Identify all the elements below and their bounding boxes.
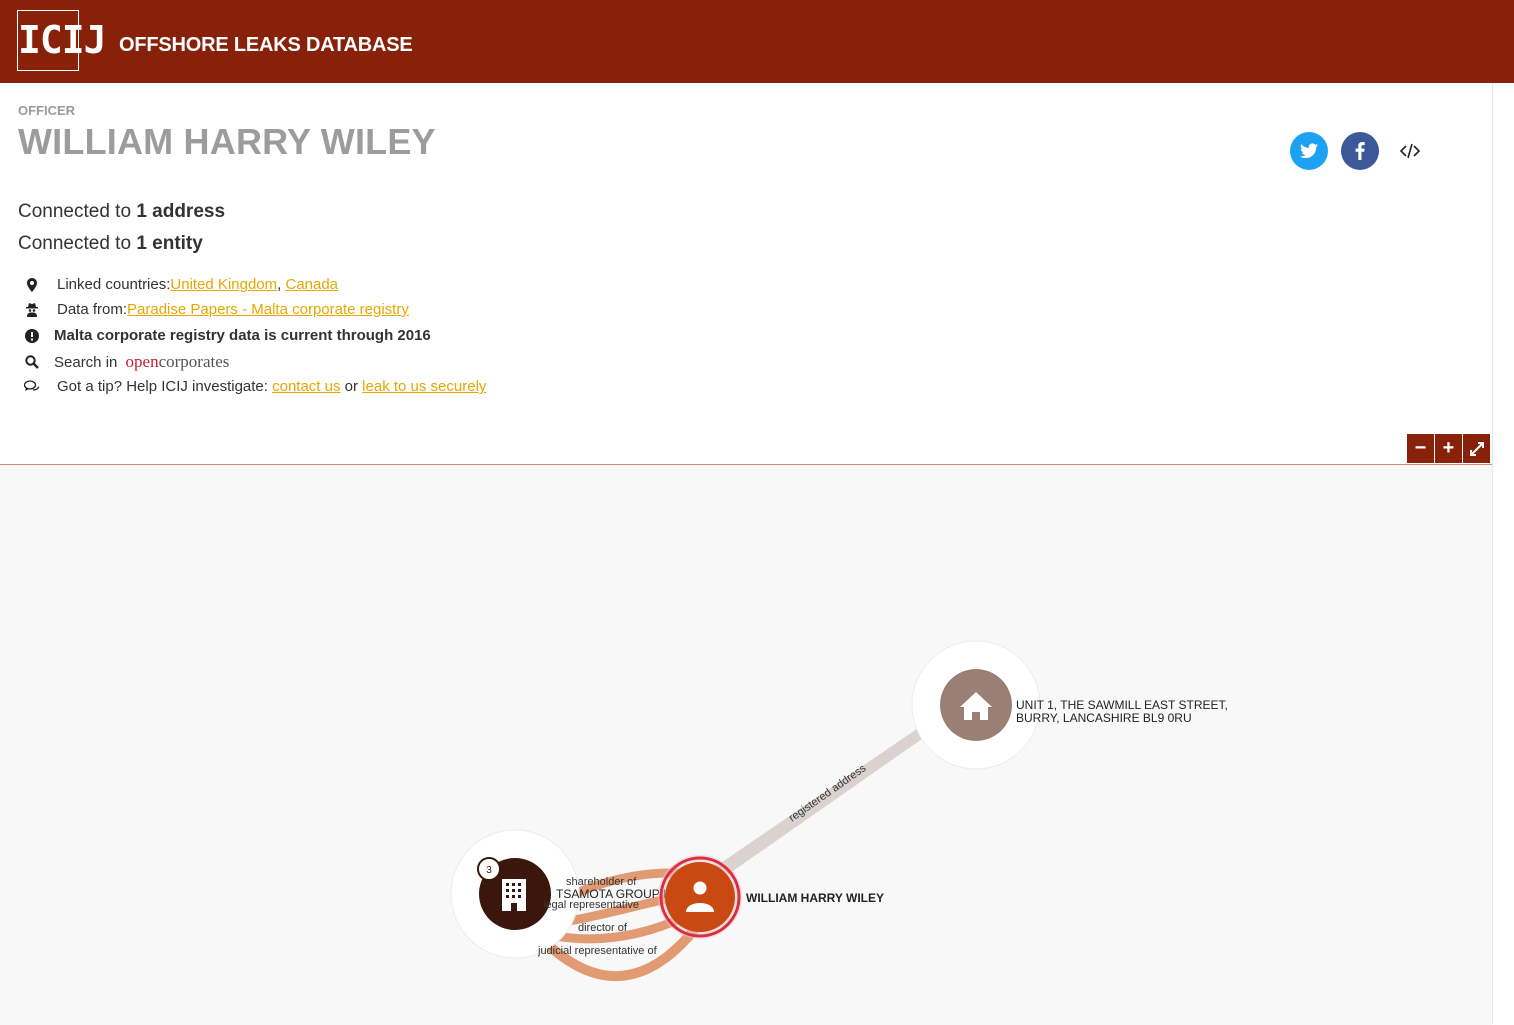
site-title[interactable]: OFFSHORE LEAKS DATABASE [119, 34, 413, 57]
leak-securely-link[interactable]: leak to us securely [362, 378, 486, 395]
code-icon [1399, 143, 1421, 159]
country-link-united-kingdom[interactable]: United Kingdom [170, 276, 277, 293]
edge-label-legal-representative: legal representative [543, 899, 639, 911]
search-icon [24, 354, 40, 370]
data-source: Data from: Paradise Papers - Malta corpo… [24, 301, 409, 318]
edge-label-registered-address: registered address [787, 762, 869, 824]
icij-logo[interactable]: ICIJ [17, 10, 107, 71]
address-node-label-line1[interactable]: UNIT 1, THE SAWMILL EAST STREET, [1016, 698, 1228, 712]
fullscreen-button[interactable] [1463, 434, 1490, 463]
building-icon [502, 879, 526, 911]
entity-count-badge-text: 3 [486, 865, 492, 876]
spy-icon [24, 302, 40, 318]
facebook-icon [1355, 142, 1365, 160]
zoom-in-button[interactable]: + [1435, 434, 1462, 463]
facebook-share-button[interactable] [1341, 132, 1379, 170]
site-header: ICIJ OFFSHORE LEAKS DATABASE [0, 0, 1514, 83]
search-opencorporates[interactable]: Search in opencorporates [24, 352, 229, 372]
embed-button[interactable] [1398, 141, 1422, 161]
officer-node[interactable] [665, 862, 735, 932]
page-divider [1492, 83, 1493, 1024]
country-link-canada[interactable]: Canada [285, 276, 338, 293]
node-type-label: OFFICER [18, 103, 76, 118]
zoom-out-button[interactable]: − [1407, 434, 1434, 463]
opencorporates-logo[interactable]: opencorporates [126, 352, 230, 372]
address-node-label-line2[interactable]: BURRY, LANCASHIRE BL9 0RU [1016, 711, 1192, 725]
contact-us-link[interactable]: contact us [272, 378, 340, 395]
edge-label-director-of: director of [578, 922, 628, 934]
tip-row: Got a tip? Help ICIJ investigate: contac… [24, 378, 486, 395]
linked-countries: Linked countries: United Kingdom, Canada [24, 276, 338, 293]
page-title: WILLIAM HARRY WILEY [18, 121, 436, 162]
data-source-link[interactable]: Paradise Papers - Malta corporate regist… [127, 301, 409, 318]
network-graph[interactable]: registered address UNIT 1, THE SAWMILL E… [0, 464, 1492, 1024]
map-marker-icon [24, 277, 40, 293]
twitter-share-button[interactable] [1290, 132, 1328, 170]
address-count: Connected to 1 address [18, 201, 226, 222]
edge-label-judicial-representative-of: judicial representative of [537, 945, 658, 957]
entity-count: Connected to 1 entity [18, 233, 203, 254]
expand-icon [1469, 441, 1484, 456]
data-notice: Malta corporate registry data is current… [24, 327, 431, 344]
edge-label-shareholder-of: shareholder of [566, 876, 637, 888]
officer-node-label[interactable]: WILLIAM HARRY WILEY [746, 891, 884, 905]
twitter-icon [1300, 143, 1318, 159]
exclamation-circle-icon [24, 328, 40, 344]
comments-icon [24, 379, 40, 395]
